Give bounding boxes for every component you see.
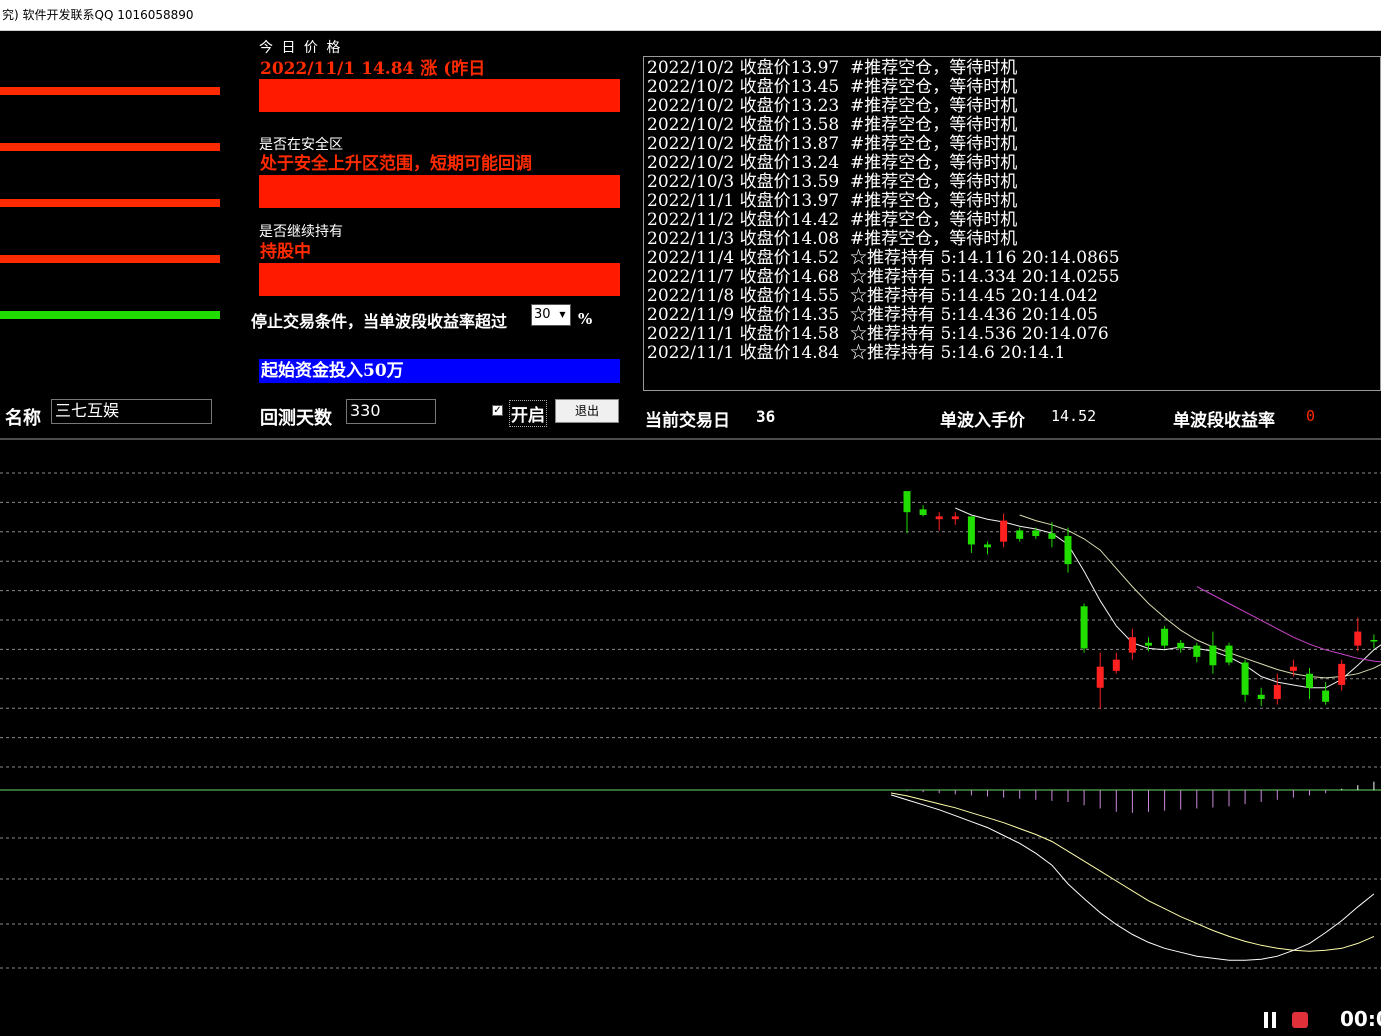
candle-body [1354, 631, 1362, 646]
safe-zone-panel [259, 175, 620, 208]
capital-banner: 起始资金投入50万 [259, 359, 620, 383]
chevron-down-icon[interactable]: ▼ [557, 309, 568, 321]
stop-threshold-select[interactable]: 30 ▼ [531, 304, 571, 326]
log-line: 2022/11/3 收盘价14.08 #推荐空仓，等待时机 [647, 229, 1018, 249]
today-price-value: 2022/11/1 14.84 涨 (昨日 [260, 59, 486, 79]
log-line: 2022/10/2 收盘价13.58 #推荐空仓，等待时机 [647, 115, 1018, 135]
entry-price-label: 单波入手价 [940, 411, 1025, 431]
log-line: 2022/10/2 收盘价13.23 #推荐空仓，等待时机 [647, 96, 1018, 116]
indicator-bar-4 [0, 255, 220, 263]
stop-condition-unit: % [578, 310, 593, 328]
log-line: 2022/11/1 收盘价14.58 ☆推荐持有 5:14.536 20:14.… [647, 324, 1109, 344]
candle-body [1241, 662, 1249, 695]
candle-body [935, 516, 943, 520]
safe-zone-value: 处于安全上升区范围，短期可能回调 [260, 154, 532, 174]
capital-label: 起始资金投入50万 [261, 361, 404, 381]
candle-body [1145, 642, 1152, 646]
hold-panel [259, 263, 620, 296]
backtest-days-input[interactable]: 330 [346, 399, 436, 424]
candle-body [1128, 637, 1136, 653]
stock-chart[interactable] [0, 438, 1381, 1036]
log-line: 2022/11/2 收盘价14.42 #推荐空仓，等待时机 [647, 210, 1018, 230]
macd-dea-line [890, 792, 1375, 952]
stop-condition-label: 停止交易条件，当单波段收益率超过 [251, 312, 508, 331]
candle-body [1289, 666, 1297, 671]
trade-day-value: 36 [756, 407, 776, 426]
log-line: 2022/11/9 收盘价14.35 ☆推荐持有 5:14.436 20:14.… [647, 305, 1098, 325]
entry-price-value: 14.52 [1051, 407, 1097, 425]
ma10-line [1019, 514, 1381, 679]
indicator-bar-1 [0, 87, 220, 95]
candle-body [1032, 530, 1040, 537]
macd-dif-line [890, 794, 1375, 961]
candle-body [1080, 606, 1088, 649]
trade-day-label: 当前交易日 [645, 411, 730, 431]
window-title: 究) 软件开发联系QQ 1016058890 [2, 8, 194, 22]
candle-body [1370, 640, 1378, 642]
candle-body [1225, 645, 1233, 663]
candle-body [1064, 536, 1072, 565]
stop-threshold-value: 30 [534, 307, 551, 322]
indicator-bar-5 [0, 311, 220, 319]
window-title-bar: 究) 软件开发联系QQ 1016058890 [0, 0, 1381, 31]
band-return-label: 单波段收益率 [1173, 411, 1275, 431]
log-line: 2022/10/3 收盘价13.59 #推荐空仓，等待时机 [647, 172, 1018, 192]
start-label[interactable]: 开启 [509, 400, 547, 427]
candle-body [1000, 520, 1008, 542]
stock-name-input[interactable]: 三七互娱 [51, 399, 212, 424]
candle-body [1096, 666, 1104, 688]
log-line: 2022/11/1 收盘价14.84 ☆推荐持有 5:14.6 20:14.1 [647, 343, 1066, 363]
candle-body [1048, 533, 1056, 539]
today-price-panel [259, 79, 620, 112]
candle-body [1112, 659, 1120, 671]
hold-value: 持股中 [260, 242, 311, 262]
indicator-bar-3 [0, 199, 220, 207]
stop-record-icon[interactable] [1292, 1012, 1308, 1028]
candle-body [1209, 645, 1217, 666]
candle-body [1177, 642, 1185, 649]
log-line: 2022/11/4 收盘价14.52 ☆推荐持有 5:14.116 20:14.… [647, 248, 1120, 268]
log-line: 2022/10/2 收盘价13.97 #推荐空仓，等待时机 [647, 58, 1018, 78]
pause-icon[interactable] [1260, 1010, 1280, 1030]
trade-log[interactable]: 2022/10/2 收盘价13.97 #推荐空仓，等待时机 2022/10/2 收… [643, 56, 1381, 391]
candle-body [1016, 530, 1024, 539]
screen-recorder-widget: 00:0 [1250, 1004, 1381, 1036]
indicator-bar-2 [0, 143, 220, 151]
candle-body [1306, 673, 1313, 688]
log-line: 2022/11/1 收盘价13.97 #推荐空仓，等待时机 [647, 191, 1018, 211]
candle-body [903, 491, 911, 513]
candle-body [1322, 690, 1330, 702]
log-line: 2022/10/2 收盘价13.24 #推荐空仓，等待时机 [647, 153, 1018, 173]
log-line: 2022/10/2 收盘价13.87 #推荐空仓，等待时机 [647, 134, 1018, 154]
candle-body [1161, 628, 1169, 646]
candle-body [1193, 645, 1201, 657]
backtest-days-label: 回测天数 [260, 408, 332, 429]
candle-body [919, 509, 927, 515]
log-line: 2022/11/7 收盘价14.68 ☆推荐持有 5:14.334 20:14.… [647, 267, 1120, 287]
candle-body [1338, 663, 1346, 685]
candle-body [1257, 694, 1265, 699]
log-line: 2022/10/2 收盘价13.45 #推荐空仓，等待时机 [647, 77, 1018, 97]
recording-timer: 00:0 [1340, 1007, 1381, 1031]
candle-body [967, 516, 975, 545]
candle-body [1273, 684, 1281, 699]
log-line: 2022/11/8 收盘价14.55 ☆推荐持有 5:14.45 20:14.0… [647, 286, 1098, 306]
band-return-value: 0 [1306, 407, 1316, 425]
exit-button[interactable]: 退出 [555, 399, 619, 423]
stock-name-label: 名称 [5, 408, 41, 429]
candle-body [951, 516, 959, 520]
candle-body [984, 544, 991, 548]
start-checkbox[interactable]: ✓ [492, 405, 503, 416]
